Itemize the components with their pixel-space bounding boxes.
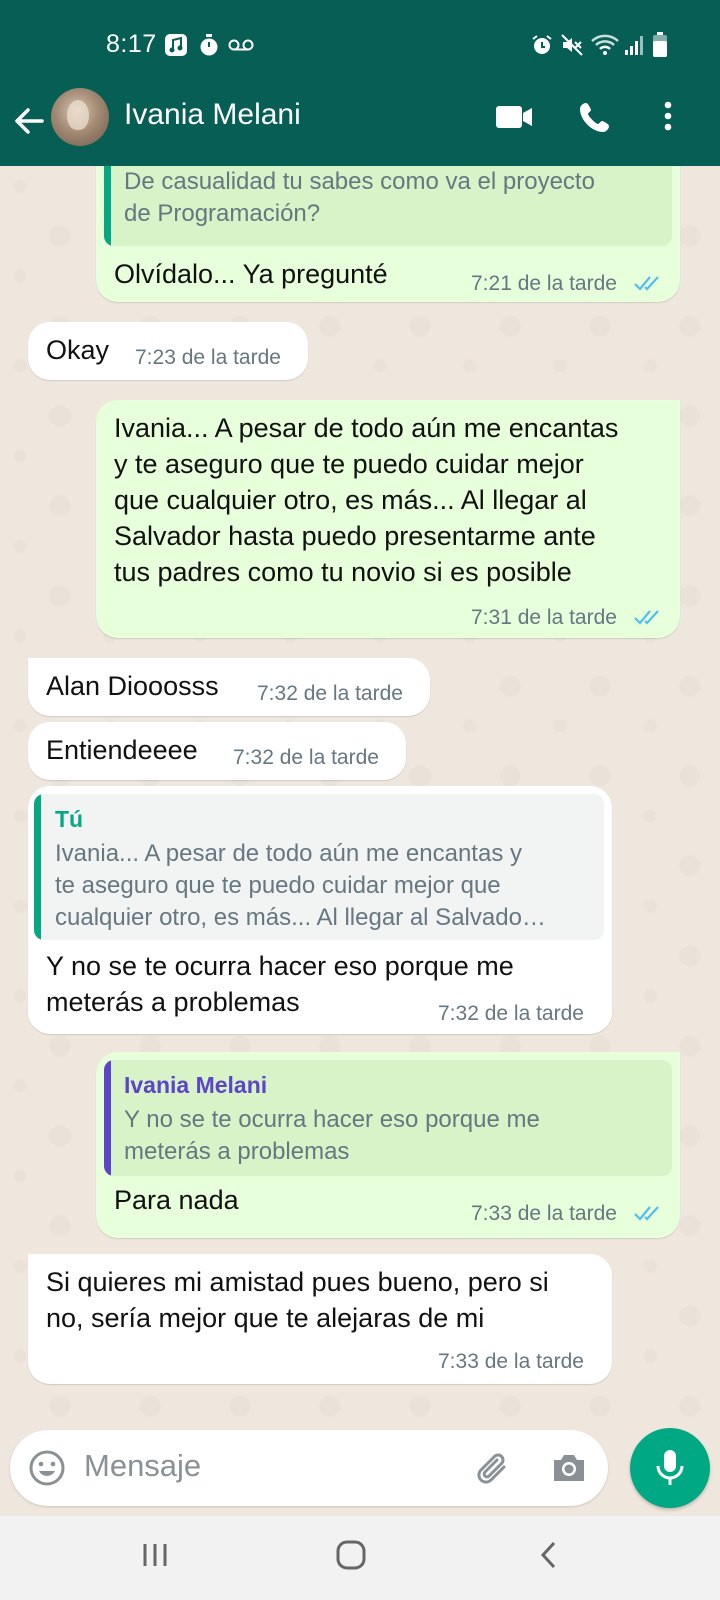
quote-text-line: de Programación? [124,200,321,227]
more-options-icon[interactable] [658,100,678,134]
message-text: que cualquier otro, es más... Al llegar … [114,485,587,515]
message-time: 7:32 de la tarde [438,1002,584,1025]
quoted-message[interactable]: Ivania Melani Y no se te ocurra hacer es… [104,1060,672,1176]
message-list[interactable]: De casualidad tu sabes como va el proyec… [0,166,720,1424]
message-text: Ivania... A pesar de todo aún me encanta… [114,413,619,443]
message-time: 7:32 de la tarde [257,682,403,705]
video-call-icon[interactable] [494,100,534,134]
quote-author: Ivania Melani [124,1072,268,1098]
message-bubble-incoming[interactable]: Alan Diooosss 7:32 de la tarde [28,658,430,716]
status-bar: 8:17 [0,0,720,88]
recent-apps-icon[interactable] [140,1540,170,1575]
quote-bar [34,794,41,940]
music-app-icon [164,33,188,57]
message-text: Si quieres mi amistad pues bueno, pero s… [46,1267,549,1297]
message-bubble-incoming[interactable]: Okay 7:23 de la tarde [28,322,308,380]
wifi-icon [590,33,620,57]
camera-icon[interactable] [550,1450,588,1491]
contact-name[interactable]: Ivania Melani [124,98,301,132]
message-bubble-outgoing[interactable]: Ivania Melani Y no se te ocurra hacer es… [96,1052,680,1238]
quote-text-line: De casualidad tu sabes como va el proyec… [124,168,595,195]
alarm-icon [530,33,554,57]
attach-icon[interactable] [474,1450,512,1493]
voice-message-button[interactable] [630,1428,710,1508]
read-receipt-icon [634,1206,659,1221]
message-bubble-incoming[interactable]: Entiendeeee 7:32 de la tarde [28,722,406,780]
message-text: tus padres como tu novio si es posible [114,557,572,587]
message-bubble-incoming[interactable]: Tú Ivania... A pesar de todo aún me enca… [28,786,612,1034]
quote-text-line: meterás a problemas [124,1138,350,1165]
read-receipt-icon [634,276,659,291]
message-bubble-outgoing[interactable]: Ivania... A pesar de todo aún me encanta… [96,400,680,638]
quote-bar [104,166,111,246]
status-time: 8:17 [106,30,157,58]
message-text: Entiendeeee [46,735,198,765]
timer-icon [198,33,220,57]
message-input[interactable]: Mensaje [84,1448,201,1484]
message-text: Para nada [114,1185,239,1215]
message-text: y te aseguro que te puedo cuidar mejor [114,449,584,479]
message-bubble-outgoing[interactable]: De casualidad tu sabes como va el proyec… [96,166,680,302]
quote-bar [104,1060,111,1176]
microphone-icon [656,1450,684,1485]
avatar[interactable] [51,88,109,146]
quote-text-line: Y no se te ocurra hacer eso porque me [124,1106,540,1133]
message-text: Okay [46,335,110,365]
voicemail-icon [228,38,254,52]
message-bubble-incoming[interactable]: Si quieres mi amistad pues bueno, pero s… [28,1254,612,1384]
back-arrow-icon[interactable] [12,104,46,138]
back-nav-icon[interactable] [534,1540,564,1575]
chat-header: Ivania Melani [0,88,720,166]
message-time: 7:23 de la tarde [135,346,281,369]
message-text: Y no se te ocurra hacer eso porque me [46,951,514,981]
message-time: 7:33 de la tarde [438,1350,584,1373]
battery-icon [652,32,668,58]
quote-text-line: cualquier otro, es más... Al llegar al S… [55,904,546,931]
message-composer[interactable]: Mensaje [10,1430,608,1506]
read-receipt-icon [634,610,659,625]
message-text: Alan Diooosss [46,671,219,701]
voice-call-icon[interactable] [578,100,618,134]
home-icon[interactable] [336,1540,366,1575]
message-time: 7:33 de la tarde [471,1202,617,1225]
message-time: 7:32 de la tarde [233,746,379,769]
signal-icon [624,33,646,57]
system-navigation-bar [0,1516,720,1600]
emoji-icon[interactable] [28,1449,66,1492]
quote-text-line: te aseguro que te puedo cuidar mejor que [55,872,501,899]
quote-author: Tú [55,806,84,832]
message-text: Olvídalo... Ya pregunté [114,259,388,289]
quoted-message[interactable]: De casualidad tu sabes como va el proyec… [104,166,672,246]
quoted-message[interactable]: Tú Ivania... A pesar de todo aún me enca… [34,794,604,940]
message-text: no, sería mejor que te alejaras de mi [46,1303,485,1333]
mute-icon [560,33,584,57]
message-text: meterás a problemas [46,987,300,1017]
message-text: Salvador hasta puedo presentarme ante [114,521,596,551]
quote-text-line: Ivania... A pesar de todo aún me encanta… [55,840,522,867]
message-time: 7:31 de la tarde [471,606,617,629]
message-time: 7:21 de la tarde [471,272,617,295]
